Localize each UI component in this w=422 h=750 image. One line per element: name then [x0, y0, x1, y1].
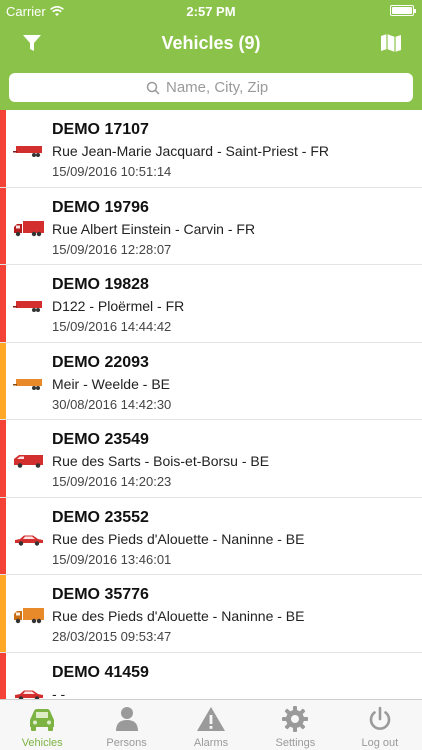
search-icon [146, 81, 160, 95]
van-icon [14, 455, 43, 468]
status-indicator [0, 187, 6, 264]
vehicle-name: DEMO 22093 [52, 353, 149, 371]
person-icon [115, 707, 138, 731]
vehicle-list: DEMO 17107 Rue Jean-Marie Jacquard - Sai… [0, 110, 422, 699]
tab-vehicles[interactable]: Vehicles [0, 700, 84, 750]
vehicle-row[interactable]: DEMO 23552 Rue des Pieds d'Alouette - Na… [0, 497, 422, 575]
vehicle-name: DEMO 19796 [52, 198, 149, 216]
trailer-icon [13, 378, 42, 390]
vehicle-name: DEMO 19828 [52, 276, 149, 293]
tab-label: Settings [275, 737, 316, 749]
gear-icon [282, 706, 309, 732]
tab-logout[interactable]: Log out [338, 700, 422, 750]
tab-bar: Vehicles Persons Alarms Settings Log out [0, 699, 422, 750]
power-icon [369, 706, 391, 730]
navigation-bar: Vehicles (9) [0, 22, 422, 66]
status-time: 2:57 PM [186, 4, 236, 19]
tab-settings[interactable]: Settings [253, 700, 337, 750]
vehicle-name: DEMO 23552 [52, 508, 149, 526]
vehicle-timestamp: 15/09/2016 13:46:01 [52, 551, 172, 567]
vehicle-name: DEMO 41459 [52, 663, 149, 681]
vehicle-address: Rue des Sarts - Bois-et-Borsu - BE [52, 453, 270, 469]
vehicle-row[interactable]: DEMO 22093 Meir - Weelde - BE 30/08/2016… [0, 342, 422, 420]
tab-label: Alarms [193, 737, 229, 749]
vehicle-address: D122 - Ploërmel - FR [52, 298, 185, 314]
vehicle-address: Rue Albert Einstein - Carvin - FR [52, 220, 256, 237]
vehicle-row[interactable]: DEMO 19828 D122 - Ploërmel - FR 15/09/20… [0, 265, 422, 343]
car-icon [30, 709, 55, 731]
vehicle-timestamp: 15/09/2016 14:44:42 [52, 319, 172, 334]
tab-alarms[interactable]: Alarms [169, 700, 253, 750]
search-bar [0, 66, 422, 110]
tab-persons[interactable]: Persons [84, 700, 168, 750]
warning-icon [197, 707, 226, 731]
vehicle-address: Rue Jean-Marie Jacquard - Saint-Priest -… [52, 143, 329, 159]
vehicle-timestamp: 15/09/2016 14:20:23 [52, 474, 172, 489]
tab-label: Persons [106, 737, 147, 749]
vehicle-row[interactable]: DEMO 23549 Rue des Sarts - Bois-et-Borsu… [0, 420, 422, 498]
trailer-icon [13, 301, 42, 312]
vehicle-address: - - [52, 685, 66, 700]
vehicle-name: DEMO 35776 [52, 586, 149, 603]
vehicle-row[interactable]: DEMO 35776 Rue des Pieds d'Alouette - Na… [0, 575, 422, 653]
status-indicator [0, 265, 6, 342]
car-icon [15, 690, 43, 699]
search-field[interactable] [9, 73, 413, 102]
vehicle-name: DEMO 17107 [52, 121, 149, 138]
battery-icon [390, 5, 416, 16]
truck-icon [14, 220, 44, 236]
status-indicator [0, 420, 6, 497]
status-indicator [0, 497, 6, 574]
page-title: Vehicles (9) [161, 33, 261, 53]
vehicle-address: Meir - Weelde - BE [52, 375, 170, 392]
status-indicator [0, 652, 6, 699]
vehicle-row[interactable]: DEMO 41459 - - [0, 652, 422, 700]
vehicle-timestamp: 28/03/2015 09:53:47 [52, 629, 172, 644]
vehicle-row[interactable]: DEMO 17107 Rue Jean-Marie Jacquard - Sai… [0, 110, 422, 188]
vehicle-address: Rue des Pieds d'Alouette - Naninne - BE [52, 530, 305, 547]
vehicle-timestamp: 15/09/2016 12:28:07 [52, 241, 172, 257]
status-indicator [0, 575, 6, 652]
tab-label: Vehicles [21, 737, 63, 749]
vehicle-name: DEMO 23549 [52, 431, 149, 448]
map-icon[interactable] [380, 32, 402, 54]
vehicle-row[interactable]: DEMO 19796 Rue Albert Einstein - Carvin … [0, 187, 422, 265]
status-bar: Carrier 2:57 PM [0, 0, 422, 22]
trailer-icon [13, 146, 42, 157]
truck-icon [14, 608, 44, 624]
car-icon [15, 535, 43, 546]
search-input[interactable] [166, 79, 276, 96]
vehicle-timestamp: 15/09/2016 10:51:14 [52, 164, 172, 179]
vehicle-address: Rue des Pieds d'Alouette - Naninne - BE [52, 608, 305, 624]
status-indicator [0, 342, 6, 419]
vehicle-timestamp: 30/08/2016 14:42:30 [52, 396, 172, 412]
tab-label: Log out [361, 737, 399, 749]
status-indicator [0, 110, 6, 187]
